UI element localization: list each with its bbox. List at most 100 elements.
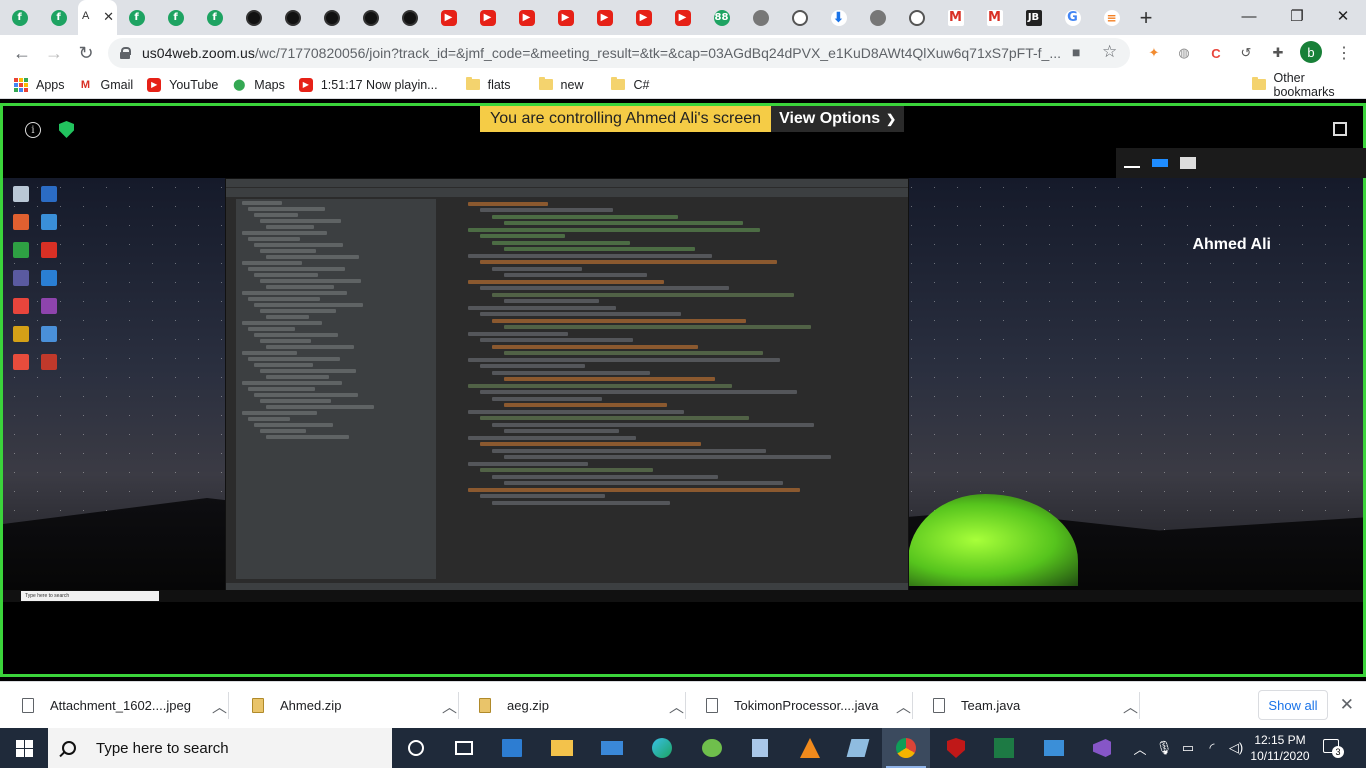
reload-button[interactable]: ↻ [70, 37, 102, 69]
browser-tab[interactable]: ▶ [468, 0, 507, 35]
bookmark-item[interactable]: ▶ 1:51:17 Now playin... [298, 77, 438, 92]
close-tab-icon[interactable]: ✕ [103, 9, 114, 25]
browser-tab[interactable]: f [117, 0, 156, 35]
browser-tab[interactable]: JB [1014, 0, 1053, 35]
cube-app-icon[interactable] [736, 728, 784, 768]
bookmark-item[interactable]: ⬤ Maps [232, 78, 285, 92]
browser-tab[interactable] [390, 0, 429, 35]
download-menu-chevron-icon[interactable]: ︿ [669, 696, 684, 717]
browser-tab[interactable]: ▶ [624, 0, 663, 35]
restore-button[interactable]: ❐ [1274, 0, 1320, 32]
bookmark-item[interactable]: C# [611, 77, 649, 92]
browser-tab[interactable] [741, 0, 780, 35]
gallery-view-icon[interactable] [1180, 157, 1196, 169]
minimize-button[interactable]: — [1226, 0, 1272, 32]
browser-tab[interactable]: G [1053, 0, 1092, 35]
fullscreen-icon[interactable] [1333, 122, 1347, 136]
wifi-icon[interactable]: ◜ [1202, 728, 1222, 768]
remote-ide-window[interactable] [225, 178, 909, 594]
bookmark-item[interactable]: new [538, 77, 583, 92]
browser-tab[interactable] [897, 0, 936, 35]
file-explorer-icon[interactable] [538, 728, 586, 768]
shared-screen[interactable]: Ahmed Ali Type here to search [3, 178, 1363, 602]
bookmark-star-icon[interactable]: ☆ [1102, 42, 1117, 62]
extension-globe-icon[interactable]: ◍ [1174, 43, 1194, 63]
browser-tab[interactable]: ▶ [585, 0, 624, 35]
bookmark-item[interactable]: M Gmail [79, 78, 133, 92]
extensions-puzzle-icon[interactable]: ✚ [1268, 43, 1288, 63]
mcafee-icon[interactable] [932, 728, 980, 768]
volume-icon[interactable]: ◁) [1226, 728, 1246, 768]
close-window-button[interactable]: ✕ [1320, 0, 1366, 32]
show-all-downloads-button[interactable]: Show all [1258, 690, 1328, 720]
browser-tab[interactable] [234, 0, 273, 35]
network-app-icon[interactable] [688, 728, 736, 768]
bookmark-item[interactable]: Apps [14, 77, 65, 92]
browser-tab[interactable] [351, 0, 390, 35]
browser-tab[interactable]: ▶ [507, 0, 546, 35]
download-item[interactable]: Ahmed.zip ︿ [252, 682, 457, 729]
microphone-icon[interactable]: 🎙 [1154, 728, 1174, 768]
download-item[interactable]: TokimonProcessor....java ︿ [706, 682, 911, 729]
tray-chevron-icon[interactable]: ︿ [1130, 728, 1150, 768]
task-view-icon[interactable] [440, 728, 488, 768]
new-tab-button[interactable]: + [1131, 0, 1161, 35]
download-menu-chevron-icon[interactable]: ︿ [442, 696, 457, 717]
excel-icon[interactable] [980, 728, 1028, 768]
photos-icon[interactable] [1030, 728, 1078, 768]
browser-tab[interactable]: 88 [702, 0, 741, 35]
cortana-icon[interactable] [392, 728, 440, 768]
minimize-video-icon[interactable] [1124, 166, 1140, 168]
bookmark-item[interactable]: ▶ YouTube [147, 77, 218, 92]
browser-tab[interactable]: M [975, 0, 1014, 35]
edge-icon[interactable] [638, 728, 686, 768]
vlc-icon[interactable] [786, 728, 834, 768]
view-options-button[interactable]: View Options ❯ [771, 106, 905, 132]
notes-app-icon[interactable] [834, 728, 882, 768]
browser-tab[interactable]: ▶ [663, 0, 702, 35]
browser-tab[interactable] [312, 0, 351, 35]
camera-blocked-icon[interactable]: ■ [1072, 44, 1080, 60]
browser-tab[interactable]: f [0, 0, 39, 35]
taskbar-search-box[interactable]: Type here to search [48, 728, 392, 768]
browser-tab[interactable]: ▶ [546, 0, 585, 35]
download-menu-chevron-icon[interactable]: ︿ [896, 696, 911, 717]
start-button[interactable] [0, 728, 48, 768]
close-downloads-icon[interactable]: ✕ [1340, 695, 1354, 715]
browser-tab[interactable]: ⬇ [819, 0, 858, 35]
browser-tab[interactable]: ▶ [429, 0, 468, 35]
download-item[interactable]: aeg.zip ︿ [479, 682, 684, 729]
browser-tab[interactable]: A ✕ [78, 0, 117, 35]
browser-tab[interactable] [858, 0, 897, 35]
browser-tab[interactable]: f [156, 0, 195, 35]
taskbar-clock[interactable]: 12:15 PM 10/11/2020 [1250, 732, 1310, 764]
chrome-menu-icon[interactable]: ⋮ [1334, 43, 1354, 63]
browser-tab[interactable]: f [195, 0, 234, 35]
store-icon[interactable] [488, 728, 536, 768]
battery-icon[interactable]: ▭ [1178, 728, 1198, 768]
browser-tab[interactable] [780, 0, 819, 35]
download-item[interactable]: Team.java ︿ [933, 682, 1138, 729]
extension-c-icon[interactable]: C [1206, 43, 1226, 63]
browser-tab[interactable]: ≡ [1092, 0, 1131, 35]
browser-tab[interactable] [273, 0, 312, 35]
other-bookmarks[interactable]: Other bookmarks [1252, 71, 1366, 99]
profile-avatar[interactable]: b [1300, 41, 1322, 63]
bookmark-item[interactable]: flats [465, 77, 511, 92]
meeting-info-icon[interactable]: i [25, 122, 41, 138]
chrome-taskbar-icon[interactable] [882, 728, 930, 768]
download-item[interactable]: Attachment_1602....jpeg ︿ [22, 682, 227, 729]
speaker-view-icon[interactable] [1152, 159, 1168, 167]
download-menu-chevron-icon[interactable]: ︿ [1123, 696, 1138, 717]
forward-button[interactable]: → [38, 37, 70, 69]
encryption-shield-icon[interactable] [59, 121, 74, 138]
visual-studio-icon[interactable] [1078, 728, 1126, 768]
download-menu-chevron-icon[interactable]: ︿ [212, 696, 227, 717]
browser-tab[interactable]: M [936, 0, 975, 35]
back-button[interactable]: ← [6, 37, 38, 69]
url-text[interactable]: us04web.zoom.us/wc/71770820056/join?trac… [142, 45, 1062, 61]
browser-tab[interactable]: f [39, 0, 78, 35]
address-bar[interactable]: us04web.zoom.us/wc/71770820056/join?trac… [108, 38, 1130, 68]
extension-history-icon[interactable]: ↺ [1236, 43, 1256, 63]
mail-icon[interactable] [588, 728, 636, 768]
